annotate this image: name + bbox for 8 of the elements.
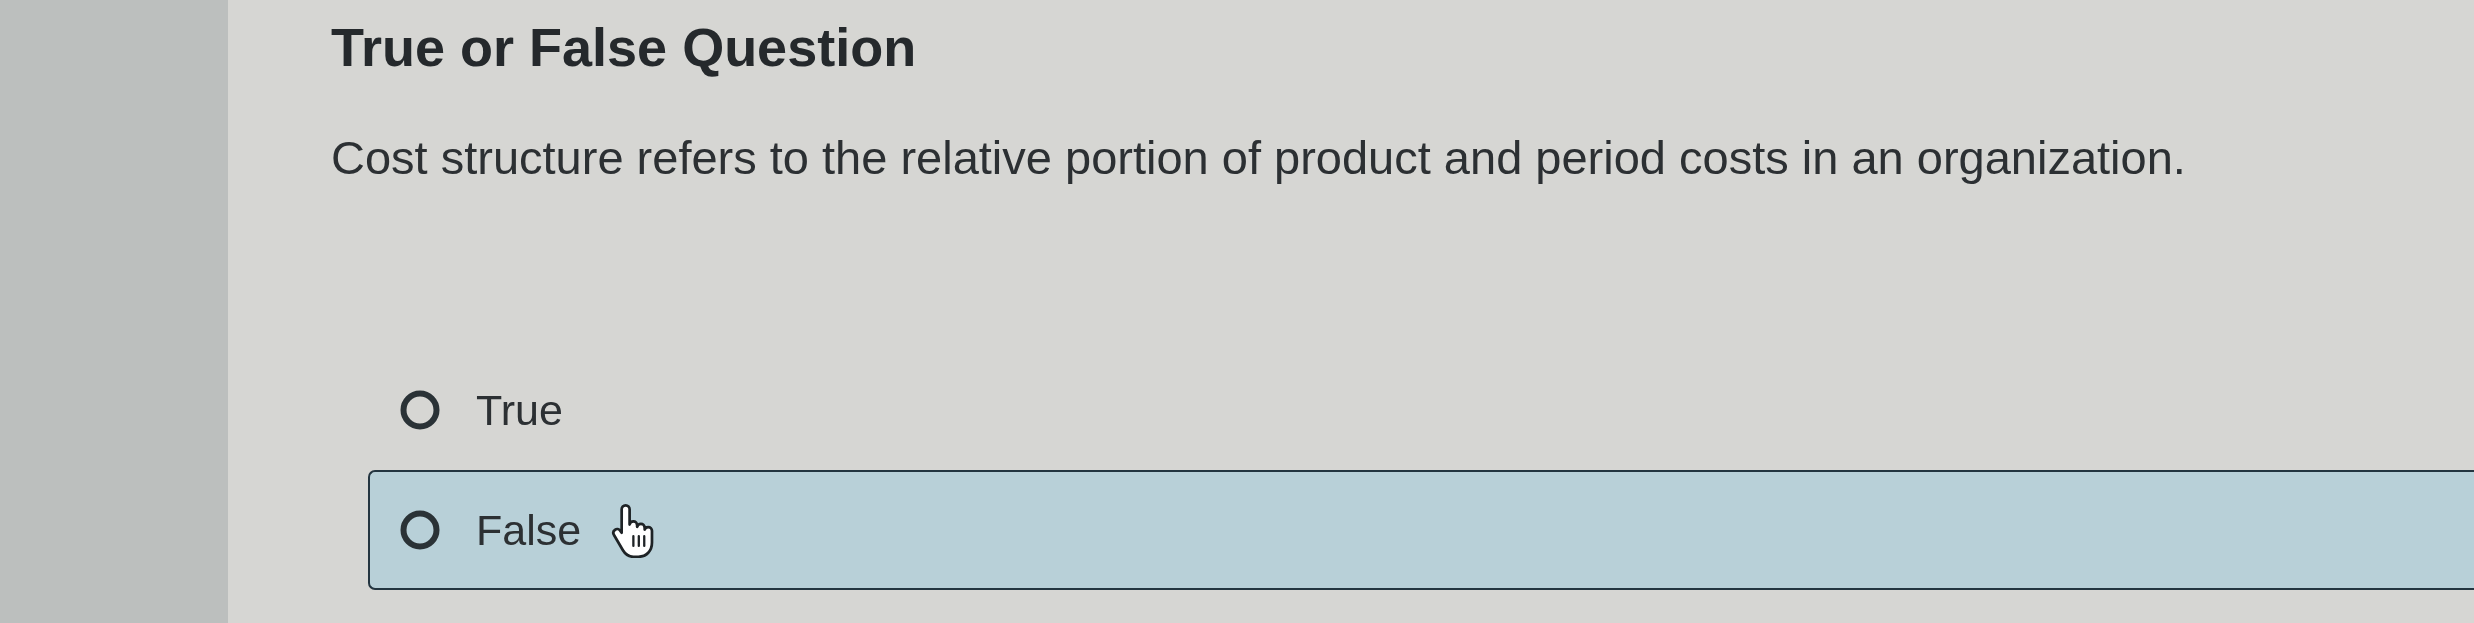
option-label: False xyxy=(476,506,582,555)
question-title: True or False Question xyxy=(331,16,917,79)
answer-option[interactable]: True xyxy=(368,350,2474,471)
question-text: Cost structure refers to the relative portion of product and period costs in an organization. xyxy=(331,130,2186,187)
option-label: True xyxy=(476,386,563,435)
radio-button[interactable] xyxy=(400,390,440,431)
radio-button[interactable] xyxy=(400,510,440,551)
answer-option[interactable]: False xyxy=(368,470,2474,591)
